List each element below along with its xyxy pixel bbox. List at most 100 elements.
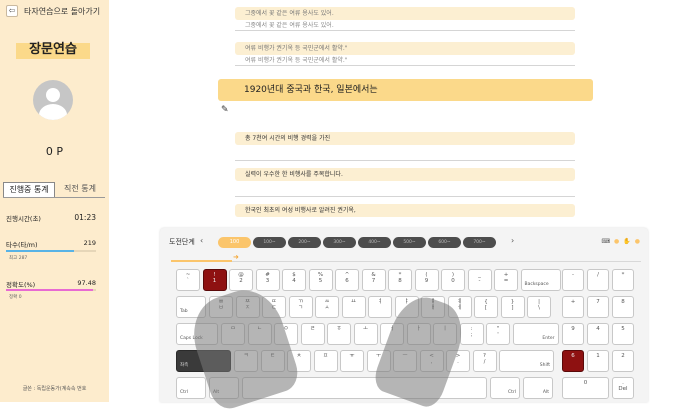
- key-ㅎ[interactable]: ㅎ: [327, 323, 351, 345]
- right-ctrl-key[interactable]: Ctrl: [490, 377, 520, 399]
- stage-pill-4[interactable]: 400~: [358, 237, 391, 248]
- key-][interactable]: }]: [500, 296, 525, 318]
- numpad-9-key[interactable]: 9: [562, 323, 584, 345]
- key-ㅠ[interactable]: ㅠ: [340, 350, 364, 372]
- sentence-done-2: 여류 비행가 권기옥 등 국민군에서 활약." 여류 비행가 권기옥 등 국민군…: [235, 42, 575, 66]
- tab-previous-stats[interactable]: 직전 통계: [55, 182, 105, 197]
- key-ㄹ[interactable]: ㄹ: [300, 323, 325, 345]
- stage-pill-5[interactable]: 500~: [393, 237, 426, 248]
- stage-next-arrow-icon[interactable]: ›: [511, 236, 514, 245]
- stat-speed: 타수(타/m) 219: [6, 239, 96, 249]
- numpad-del-key[interactable]: . Del: [612, 377, 634, 399]
- key-punct[interactable]: :;: [459, 323, 484, 345]
- stat-time-value: 01:23: [74, 213, 96, 222]
- stat-time-label: 진행시간(초): [6, 215, 41, 223]
- numpad-6-key[interactable]: 6: [562, 350, 584, 372]
- stage-pill-0[interactable]: 100: [218, 237, 251, 248]
- keyboard-icon[interactable]: ⌨: [601, 238, 610, 245]
- key-ㄱ[interactable]: ㄲㄱ: [288, 296, 313, 318]
- numpad-8-key[interactable]: 8: [612, 296, 634, 318]
- back-label: 타자연습으로 돌아가기: [24, 6, 101, 16]
- stat-speed-label: 타수(타/m): [6, 241, 38, 249]
- sentence-input[interactable]: [235, 181, 575, 197]
- numpad-star-key[interactable]: *: [612, 269, 634, 291]
- key-ㅗ[interactable]: ㅗ: [353, 323, 378, 345]
- numpad-1-key[interactable]: 1: [587, 350, 609, 372]
- speed-bar: [6, 250, 96, 252]
- numpad-7-key[interactable]: 7: [587, 296, 609, 318]
- key-2[interactable]: @2: [229, 269, 253, 291]
- stat-accuracy: 정확도(%) 97.48: [6, 279, 96, 289]
- key-1[interactable]: ! 1: [202, 269, 227, 291]
- numpad-4-key[interactable]: 4: [587, 323, 609, 345]
- sentence-text: 여류 비행가 권기옥 등 국민군에서 활약.": [235, 42, 575, 55]
- sentence-text: 총 7천여 시간의 비행 경력을 가진: [235, 132, 575, 145]
- key-3[interactable]: #3: [255, 269, 280, 291]
- status-dot-icon: ●: [634, 238, 640, 245]
- left-ctrl-key[interactable]: Ctrl: [176, 377, 206, 399]
- stage-pill-3[interactable]: 300~: [323, 237, 356, 248]
- key-punct[interactable]: ? /: [472, 350, 497, 372]
- key-\[interactable]: | \: [527, 296, 551, 318]
- pencil-icon: ✎: [221, 105, 229, 115]
- current-sentence: 1920년대 중국과 한국, 일본에서는: [218, 79, 593, 101]
- backspace-key[interactable]: Backspace: [520, 269, 561, 291]
- key-ㅅ[interactable]: ㅆㅅ: [315, 296, 339, 318]
- sentence-typed: 여류 비행가 권기옥 등 국민군에서 활약.": [235, 55, 575, 66]
- page-title: 장문연습: [16, 43, 90, 59]
- enter-key[interactable]: Enter: [512, 323, 559, 345]
- sentence-text: 한국인 최초의 여성 비행사로 알려진 권기옥,: [235, 204, 575, 217]
- stat-accuracy-value: 97.48: [77, 279, 96, 287]
- back-arrow-icon: ⇦: [6, 5, 18, 17]
- key-5[interactable]: % 5: [308, 269, 333, 291]
- tab-current-stats[interactable]: 진행중 통계: [3, 182, 55, 197]
- progress-fill: [171, 260, 232, 262]
- progress-knob-icon: ➜: [233, 253, 239, 261]
- numpad-5-key[interactable]: 5: [612, 323, 634, 345]
- sentence-typed: 그중에서 꽃 같은 여류 용사도 있어.: [235, 20, 575, 31]
- key-ㅛ[interactable]: ㅛ: [341, 296, 366, 318]
- key-ㅍ[interactable]: ㅍ: [313, 350, 338, 372]
- stat-speed-value: 219: [83, 239, 96, 247]
- key-`[interactable]: ~ `: [176, 269, 200, 291]
- user-score: 0 P: [45, 145, 64, 158]
- sentence-input[interactable]: [235, 145, 575, 161]
- right-shift-key[interactable]: Shift: [499, 350, 554, 372]
- sentence-upcoming-2: 실력이 우수한 한 비행사를 주목합니다.: [235, 168, 575, 197]
- key-7[interactable]: & 7: [361, 269, 386, 291]
- stage-pill-7[interactable]: 700~: [463, 237, 496, 248]
- status-dot-icon: ●: [614, 238, 620, 245]
- progress-track: [171, 261, 641, 262]
- accuracy-bar: [6, 289, 96, 291]
- stage-pill-2[interactable]: 200~: [288, 237, 321, 248]
- hand-icon[interactable]: ✋: [623, 238, 630, 245]
- practice-area: 그중에서 꽃 같은 여류 용사도 있어. 그중에서 꽃 같은 여류 용사도 있어…: [109, 0, 700, 413]
- key-punct[interactable]: " ': [486, 323, 510, 345]
- stat-accuracy-label: 정확도(%): [6, 281, 36, 289]
- stage-label: 도전단계: [169, 238, 195, 246]
- key-4[interactable]: $4: [282, 269, 306, 291]
- back-button[interactable]: ⇦ 타자연습으로 돌아가기: [6, 5, 100, 17]
- key--[interactable]: _ -: [467, 269, 492, 291]
- sentence-upcoming-1: 총 7천여 시간의 비행 경력을 가진: [235, 132, 575, 161]
- key-[[interactable]: {[: [474, 296, 498, 318]
- numpad-plus-key[interactable]: +: [562, 296, 584, 318]
- numpad-2-key[interactable]: 2: [612, 350, 634, 372]
- sentence-upcoming-3: 한국인 최초의 여성 비행사로 알려진 권기옥,: [235, 204, 575, 217]
- stage-pill-6[interactable]: 600~: [428, 237, 461, 248]
- key-9[interactable]: (9: [414, 269, 439, 291]
- key-=[interactable]: + =: [494, 269, 518, 291]
- sentence-done-1: 그중에서 꽃 같은 여류 용사도 있어. 그중에서 꽃 같은 여류 용사도 있어…: [235, 7, 575, 31]
- stage-prev-arrow-icon[interactable]: ‹: [200, 236, 203, 245]
- stage-pill-1[interactable]: 100~: [253, 237, 286, 248]
- avatar: [33, 80, 73, 120]
- right-alt-key[interactable]: Alt: [523, 377, 553, 399]
- key-0[interactable]: ) 0: [441, 269, 465, 291]
- panel-icons: ⌨ ● ✋ ●: [601, 238, 640, 245]
- key-8[interactable]: * 8: [388, 269, 412, 291]
- key-ㅕ[interactable]: ㅕ: [368, 296, 392, 318]
- key-6[interactable]: ^ 6: [335, 269, 359, 291]
- numpad-slash-key[interactable]: /: [587, 269, 609, 291]
- numpad-0-key[interactable]: 0: [562, 377, 609, 399]
- numpad-minus-key[interactable]: -: [562, 269, 584, 291]
